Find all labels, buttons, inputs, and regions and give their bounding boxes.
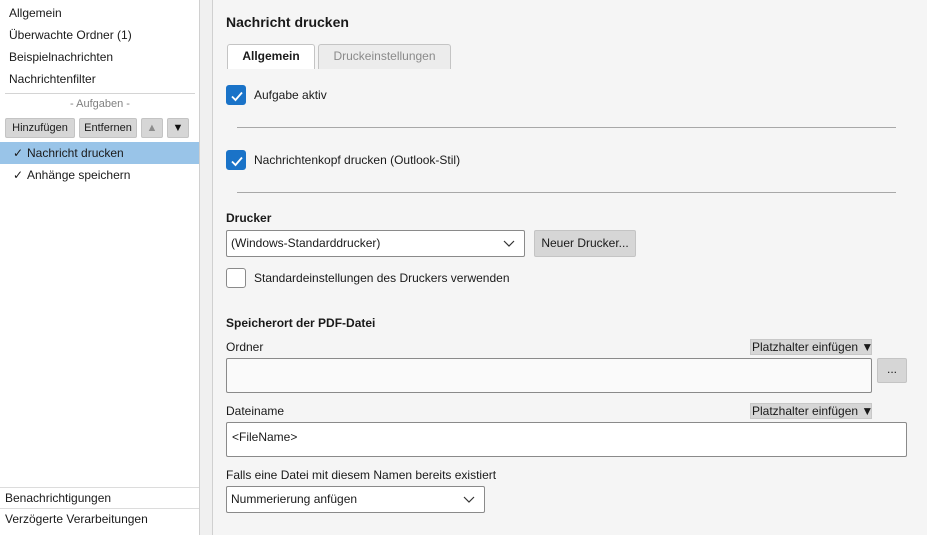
- task-item-save-attachments[interactable]: ✓ Anhänge speichern: [0, 164, 199, 186]
- checkmark-icon: ✓: [13, 168, 24, 182]
- checkmark-icon: ✓: [13, 146, 24, 160]
- page-title: Nachricht drucken: [226, 14, 349, 30]
- task-item-print-message[interactable]: ✓ Nachricht drucken: [0, 142, 199, 164]
- divider: [237, 192, 896, 193]
- sidebar-item-monitored-folders[interactable]: Überwachte Ordner (1): [9, 26, 132, 44]
- tab-print-settings[interactable]: Druckeinstellungen: [318, 44, 451, 69]
- arrow-down-icon: ▼: [172, 122, 184, 134]
- sidebar-item-delayed-processing[interactable]: Verzögerte Verarbeitungen: [0, 508, 199, 529]
- new-printer-button[interactable]: Neuer Drucker...: [534, 230, 636, 257]
- folder-placeholder-button[interactable]: Platzhalter einfügen ▼: [750, 339, 873, 355]
- printer-select-value: (Windows-Standarddrucker): [231, 236, 381, 250]
- sidebar-item-allgemein[interactable]: Allgemein: [9, 4, 62, 22]
- pdf-location-section-label: Speicherort der PDF-Datei: [226, 316, 376, 330]
- file-exists-select-value: Nummerierung anfügen: [231, 492, 358, 506]
- divider: [237, 127, 896, 128]
- folder-input[interactable]: [226, 358, 872, 393]
- task-active-checkbox[interactable]: [226, 85, 246, 105]
- file-exists-label: Falls eine Datei mit diesem Namen bereit…: [226, 468, 497, 482]
- task-active-label: Aufgabe aktiv: [254, 88, 327, 102]
- tasks-header: - Aufgaben -: [70, 98, 130, 110]
- use-printer-defaults-label: Standardeinstellungen des Druckers verwe…: [254, 271, 510, 285]
- filename-input[interactable]: <FileName>: [226, 422, 907, 457]
- sidebar-divider: [5, 93, 195, 94]
- sidebar-item-message-filter[interactable]: Nachrichtenfilter: [9, 70, 96, 88]
- move-down-button[interactable]: ▼: [167, 118, 189, 138]
- settings-sidebar: Allgemein Überwachte Ordner (1) Beispiel…: [0, 0, 200, 535]
- file-exists-select[interactable]: Nummerierung anfügen: [226, 486, 485, 513]
- printer-select[interactable]: (Windows-Standarddrucker): [226, 230, 525, 257]
- checkmark-icon: [231, 91, 243, 102]
- arrow-up-icon: ▲: [146, 122, 158, 134]
- remove-task-button[interactable]: Entfernen: [79, 118, 137, 138]
- filename-placeholder-button[interactable]: Platzhalter einfügen ▼: [750, 403, 873, 419]
- move-up-button[interactable]: ▲: [141, 118, 163, 138]
- task-settings-panel: Nachricht drucken Allgemein Druckeinstel…: [212, 0, 927, 535]
- chevron-down-icon: [463, 496, 475, 503]
- print-header-label: Nachrichtenkopf drucken (Outlook-Stil): [254, 153, 461, 167]
- add-task-button[interactable]: Hinzufügen: [5, 118, 75, 138]
- printer-section-label: Drucker: [226, 211, 272, 225]
- chevron-down-icon: [503, 240, 515, 247]
- filename-label: Dateiname: [226, 404, 285, 418]
- print-header-checkbox[interactable]: [226, 150, 246, 170]
- tab-general[interactable]: Allgemein: [227, 44, 315, 69]
- sidebar-item-notifications[interactable]: Benachrichtigungen: [0, 487, 199, 508]
- checkmark-icon: [231, 156, 243, 167]
- use-printer-defaults-checkbox[interactable]: [226, 268, 246, 288]
- sidebar-item-sample-messages[interactable]: Beispielnachrichten: [9, 48, 113, 66]
- task-label: Nachricht drucken: [27, 146, 124, 160]
- browse-folder-button[interactable]: ...: [877, 358, 907, 383]
- folder-label: Ordner: [226, 340, 264, 354]
- task-label: Anhänge speichern: [27, 168, 131, 182]
